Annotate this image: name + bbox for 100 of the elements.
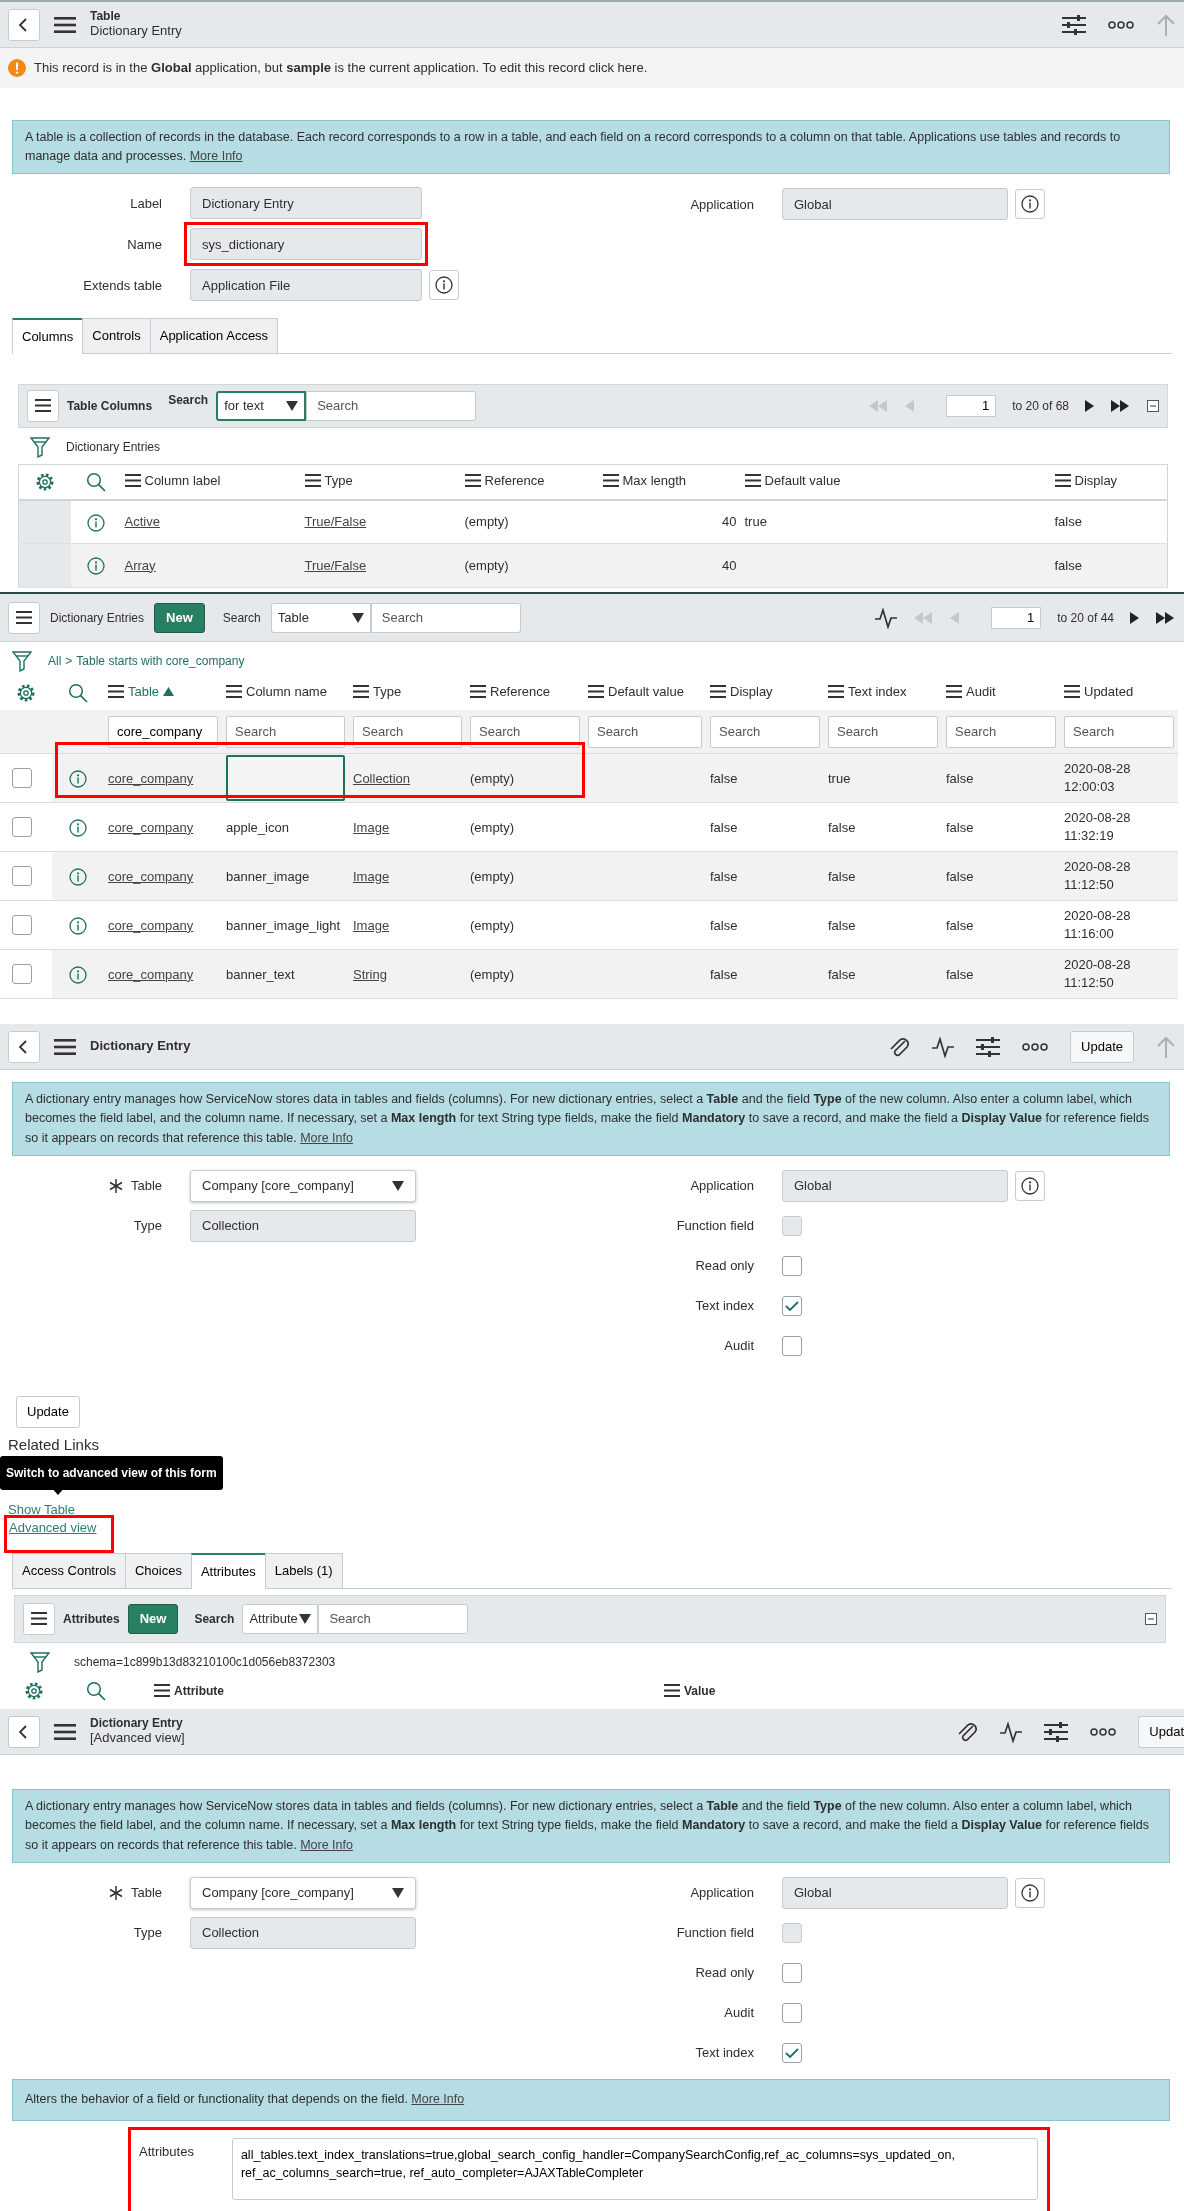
select-field[interactable]: Company [core_company]: [190, 1170, 416, 1203]
attributes-field[interactable]: all_tables.text_index_translations=true,global_search_config_handler=CompanySearchConfig,ref_ac_columns=sys_updated_on, ref_ac_columns_search=true, ref_auto_completer=AJAXTableCompleter: [231, 2137, 1038, 2200]
checkbox[interactable]: [782, 2003, 802, 2024]
column-header[interactable]: Reference: [470, 682, 550, 702]
filter-icon[interactable]: [30, 435, 50, 458]
tab[interactable]: Application Access: [149, 318, 279, 353]
filter-field[interactable]: Search: [1064, 715, 1174, 748]
filter-field[interactable]: Search: [226, 715, 345, 748]
related-link[interactable]: Advanced view: [9, 1520, 97, 1536]
column-header[interactable]: Reference: [464, 470, 545, 491]
application-field[interactable]: Global: [782, 1170, 1008, 1203]
row-checkbox[interactable]: [12, 817, 32, 838]
activity-icon[interactable]: [932, 1035, 955, 1058]
table-cell-link[interactable]: Array: [124, 557, 156, 573]
search-field[interactable]: Search: [370, 602, 521, 633]
search-icon[interactable]: [68, 683, 88, 704]
column-header[interactable]: Column name: [226, 682, 327, 702]
table-cell-link[interactable]: core_company: [108, 868, 194, 884]
select-field[interactable]: Company [core_company]: [190, 1877, 416, 1910]
info-button[interactable]: [1015, 189, 1045, 220]
filter-icon[interactable]: [30, 1650, 50, 1673]
gear-icon[interactable]: [24, 1680, 44, 1701]
filter-field[interactable]: Search: [946, 715, 1056, 748]
filter-field[interactable]: Search: [828, 715, 938, 748]
back-button[interactable]: [8, 1715, 40, 1748]
more-info-link[interactable]: More Info: [411, 2092, 465, 2107]
checkbox[interactable]: [782, 1296, 802, 1317]
table-cell-link[interactable]: core_company: [108, 819, 194, 835]
text-field[interactable]: sys_dictionary: [190, 228, 422, 261]
next-page-icon[interactable]: [1085, 399, 1095, 412]
menu-icon[interactable]: [54, 1037, 76, 1056]
text-field[interactable]: Dictionary Entry: [190, 187, 422, 220]
column-header[interactable]: Text index: [828, 682, 907, 702]
text-field[interactable]: Collection: [190, 1210, 416, 1243]
info-button[interactable]: [1015, 1878, 1045, 1909]
sliders-icon[interactable]: [976, 1035, 1001, 1058]
application-field[interactable]: Global: [782, 1877, 1008, 1910]
filter-field[interactable]: Search: [710, 715, 820, 748]
column-header[interactable]: Display: [1054, 470, 1118, 491]
table-cell-link[interactable]: Image: [353, 819, 390, 835]
table-cell-link[interactable]: Active: [124, 514, 160, 529]
info-button[interactable]: [1015, 1171, 1045, 1202]
more-info-link[interactable]: More Info: [300, 1837, 353, 1852]
application-field[interactable]: Global: [782, 188, 1008, 221]
last-page-icon[interactable]: [1111, 399, 1131, 412]
tab[interactable]: Attributes: [190, 1553, 266, 1589]
search-select[interactable]: Table: [270, 602, 371, 633]
search-field[interactable]: Search: [306, 390, 477, 421]
related-link[interactable]: Show Table: [8, 1502, 75, 1518]
column-header[interactable]: Updated: [1064, 682, 1134, 702]
new-button[interactable]: New: [127, 1603, 179, 1634]
tab[interactable]: Choices: [124, 1553, 192, 1588]
menu-icon[interactable]: [54, 1722, 76, 1741]
column-header[interactable]: Value: [664, 1681, 716, 1700]
update-button[interactable]: Update: [1070, 1030, 1134, 1063]
column-header[interactable]: Attribute: [154, 1681, 224, 1700]
list-menu-button[interactable]: [8, 601, 40, 634]
sort-ascending-icon[interactable]: [163, 687, 175, 697]
tab[interactable]: Controls: [82, 318, 151, 353]
table-cell-link[interactable]: Image: [353, 917, 390, 933]
checkbox[interactable]: [782, 2043, 802, 2064]
row-checkbox[interactable]: [12, 964, 32, 985]
gear-icon[interactable]: [16, 683, 36, 704]
column-header[interactable]: Type: [304, 470, 353, 491]
gear-icon[interactable]: [34, 471, 55, 492]
list-menu-button[interactable]: [27, 389, 59, 422]
breadcrumb-link[interactable]: All: [48, 652, 62, 670]
tab[interactable]: Columns: [12, 318, 84, 354]
back-button[interactable]: [8, 8, 40, 41]
more-info-link[interactable]: More Info: [300, 1130, 353, 1145]
more-icon[interactable]: [1090, 1726, 1117, 1737]
more-icon[interactable]: [1108, 19, 1134, 30]
next-page-icon[interactable]: [1130, 611, 1140, 624]
page-field[interactable]: 1: [991, 606, 1042, 629]
column-header[interactable]: Table: [108, 682, 175, 702]
table-cell-link[interactable]: core_company: [108, 966, 194, 982]
search-icon[interactable]: [85, 471, 106, 492]
last-page-icon[interactable]: [1156, 611, 1176, 624]
search-field[interactable]: Search: [318, 1603, 469, 1634]
table-cell-link[interactable]: True/False: [304, 514, 367, 529]
cell-edit-field[interactable]: [226, 755, 345, 802]
table-cell-link[interactable]: core_company: [108, 770, 194, 786]
search-select[interactable]: for text: [216, 390, 307, 421]
menu-icon[interactable]: [54, 15, 76, 34]
filter-field[interactable]: Search: [588, 715, 702, 748]
filter-icon[interactable]: [12, 650, 32, 672]
activity-icon[interactable]: [1000, 1720, 1023, 1743]
more-icon[interactable]: [1022, 1041, 1049, 1052]
column-header[interactable]: Type: [353, 682, 402, 702]
filter-field[interactable]: Search: [470, 715, 580, 748]
filter-field[interactable]: core_company: [108, 715, 218, 748]
column-header[interactable]: Max length: [602, 470, 687, 491]
table-cell-link[interactable]: Image: [353, 868, 390, 884]
column-header[interactable]: Column label: [124, 470, 221, 491]
column-header[interactable]: Audit: [946, 682, 996, 702]
column-header[interactable]: Display: [710, 682, 773, 702]
row-checkbox[interactable]: [12, 866, 32, 887]
column-header[interactable]: Default value: [744, 470, 841, 491]
table-cell-link[interactable]: String: [353, 966, 387, 982]
update-button[interactable]: Updat: [1138, 1715, 1184, 1748]
